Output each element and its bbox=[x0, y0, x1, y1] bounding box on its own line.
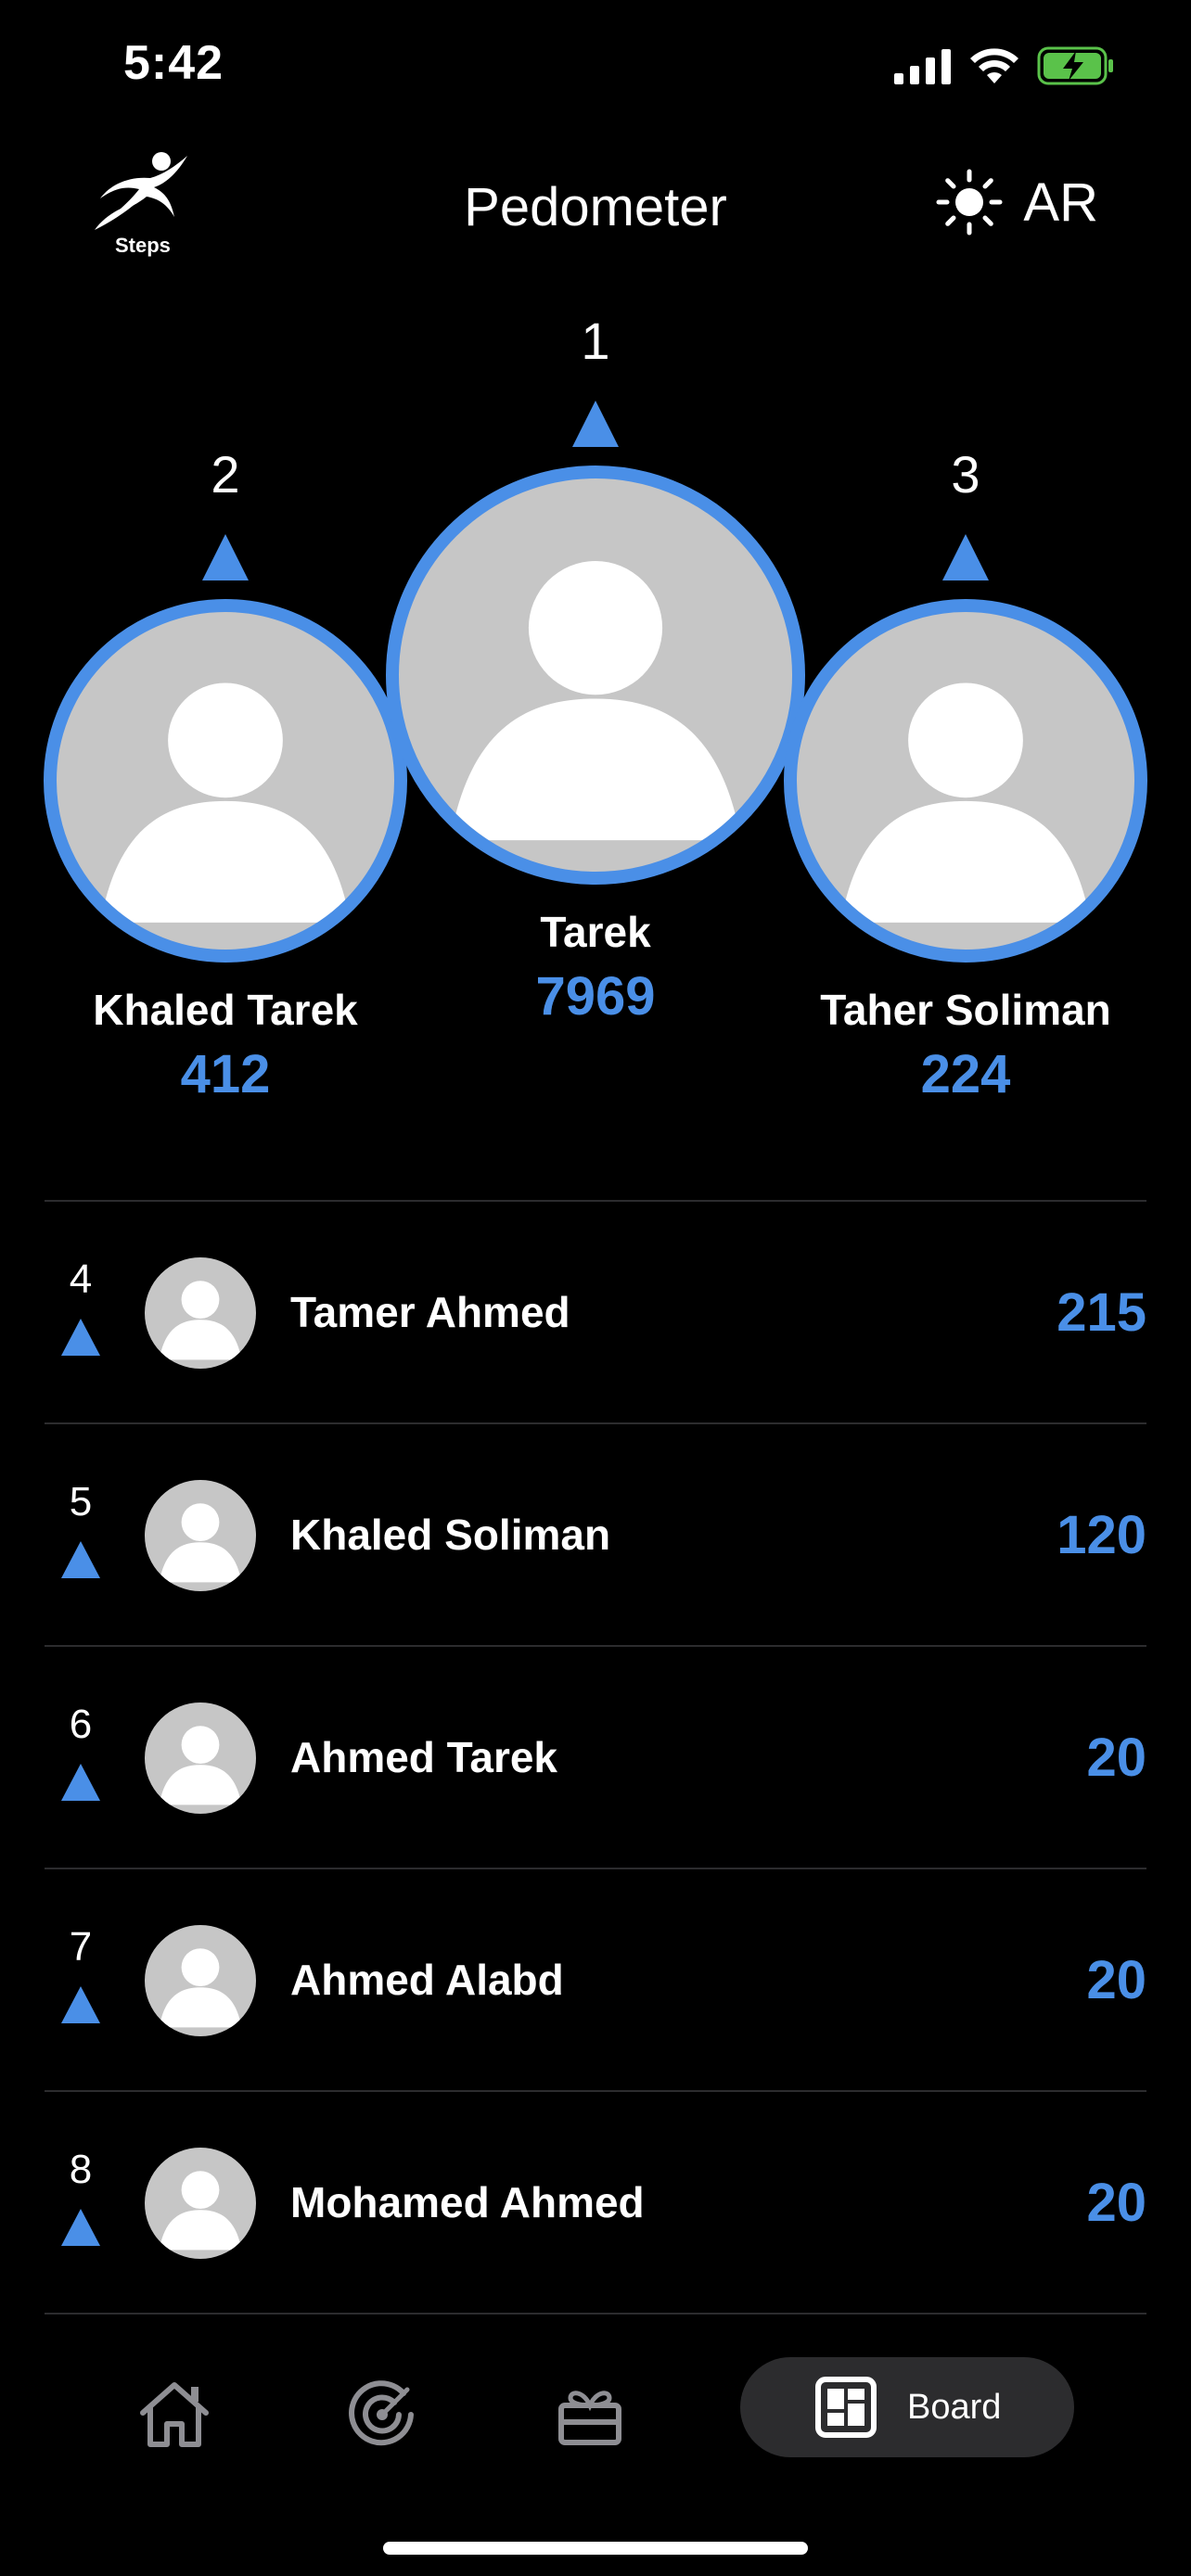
default-avatar-icon bbox=[450, 561, 741, 841]
podium-second[interactable]: 2 Khaled Tarek 412 bbox=[44, 449, 407, 1102]
tab-board[interactable]: Board bbox=[740, 2357, 1074, 2457]
row-score: 215 bbox=[1057, 1282, 1146, 1343]
leaderboard-list: 4 Tamer Ahmed 215 5 Khaled Soliman 120 6… bbox=[45, 1200, 1146, 2315]
row-name: Tamer Ahmed bbox=[290, 1288, 570, 1336]
rank-up-arrow-icon bbox=[61, 1541, 100, 1578]
list-item[interactable]: 7 Ahmed Alabd 20 bbox=[45, 1868, 1146, 2090]
list-divider bbox=[45, 2313, 1146, 2315]
default-avatar-icon bbox=[159, 1948, 242, 2028]
app-header: Steps Pedometer AR bbox=[0, 148, 1191, 269]
podium-rank: 3 bbox=[951, 445, 980, 504]
signal-icon bbox=[894, 49, 951, 84]
list-item[interactable]: 4 Tamer Ahmed 215 bbox=[45, 1200, 1146, 1422]
home-icon bbox=[140, 2382, 209, 2447]
podium-name: Tarek bbox=[540, 908, 651, 956]
avatar bbox=[44, 599, 407, 963]
sun-icon bbox=[936, 169, 1003, 236]
status-icons bbox=[894, 46, 1115, 85]
podium-score: 412 bbox=[180, 1044, 271, 1104]
default-avatar-icon bbox=[159, 1726, 242, 1805]
row-name: Ahmed Tarek bbox=[290, 1733, 558, 1781]
tab-bar: Board bbox=[0, 2346, 1191, 2467]
row-name: Khaled Soliman bbox=[290, 1511, 611, 1559]
tab-goals[interactable] bbox=[336, 2368, 429, 2461]
avatar bbox=[784, 599, 1147, 963]
podium-first[interactable]: 1 Tarek 7969 bbox=[386, 315, 805, 1024]
row-name: Ahmed Alabd bbox=[290, 1956, 564, 2004]
default-avatar-icon bbox=[159, 1281, 242, 1360]
default-avatar-icon bbox=[159, 1503, 242, 1583]
gift-icon bbox=[558, 2391, 621, 2445]
podium-name: Khaled Tarek bbox=[93, 986, 358, 1034]
rank-up-arrow-icon bbox=[61, 2209, 100, 2246]
status-bar: 5:42 bbox=[0, 0, 1191, 139]
row-rank: 5 bbox=[69, 1479, 93, 1524]
rank-up-arrow-icon bbox=[572, 401, 619, 447]
default-avatar-icon bbox=[840, 682, 1091, 923]
podium-score: 224 bbox=[920, 1044, 1011, 1104]
podium-rank: 1 bbox=[581, 312, 610, 370]
row-score: 20 bbox=[1086, 1728, 1146, 1788]
home-indicator[interactable] bbox=[383, 2542, 808, 2555]
wifi-icon bbox=[970, 48, 1018, 83]
avatar bbox=[145, 1257, 256, 1369]
row-score: 20 bbox=[1086, 1950, 1146, 2010]
rank-up-arrow-icon bbox=[61, 1986, 100, 2023]
default-avatar-icon bbox=[159, 2171, 242, 2251]
list-item[interactable]: 8 Mohamed Ahmed 20 bbox=[45, 2090, 1146, 2313]
row-rank: 7 bbox=[69, 1924, 93, 1970]
list-item[interactable]: 6 Ahmed Tarek 20 bbox=[45, 1645, 1146, 1868]
podium-score: 7969 bbox=[535, 966, 656, 1027]
row-name: Mohamed Ahmed bbox=[290, 2178, 645, 2226]
list-item[interactable]: 5 Khaled Soliman 120 bbox=[45, 1422, 1146, 1645]
row-score: 20 bbox=[1086, 2173, 1146, 2233]
podium-third[interactable]: 3 Taher Soliman 224 bbox=[784, 449, 1147, 1102]
language-label: AR bbox=[1023, 172, 1098, 233]
status-time: 5:42 bbox=[123, 36, 224, 90]
row-score: 120 bbox=[1057, 1505, 1146, 1565]
row-rank: 4 bbox=[69, 1256, 93, 1302]
tab-board-label: Board bbox=[907, 2387, 1002, 2427]
avatar bbox=[145, 1925, 256, 2036]
language-toggle[interactable]: AR bbox=[936, 169, 1098, 236]
avatar bbox=[145, 1480, 256, 1591]
default-avatar-icon bbox=[100, 682, 351, 923]
app-screen: 5:42 Steps Pedometer AR 2 Khaled Tarek 4… bbox=[0, 0, 1191, 2576]
tab-home[interactable] bbox=[128, 2368, 221, 2461]
battery-icon bbox=[1037, 46, 1113, 85]
rank-up-arrow-icon bbox=[202, 534, 249, 580]
avatar bbox=[145, 1702, 256, 1814]
avatar bbox=[145, 2148, 256, 2259]
avatar bbox=[386, 465, 805, 885]
row-rank: 6 bbox=[69, 1702, 93, 1747]
tab-rewards[interactable] bbox=[544, 2368, 636, 2461]
rank-up-arrow-icon bbox=[61, 1319, 100, 1356]
target-icon bbox=[349, 2380, 414, 2446]
rank-up-arrow-icon bbox=[942, 534, 989, 580]
podium-rank: 2 bbox=[211, 445, 240, 504]
podium-name: Taher Soliman bbox=[820, 986, 1111, 1034]
row-rank: 8 bbox=[69, 2147, 93, 2192]
rank-up-arrow-icon bbox=[61, 1764, 100, 1801]
board-icon bbox=[815, 2377, 877, 2438]
